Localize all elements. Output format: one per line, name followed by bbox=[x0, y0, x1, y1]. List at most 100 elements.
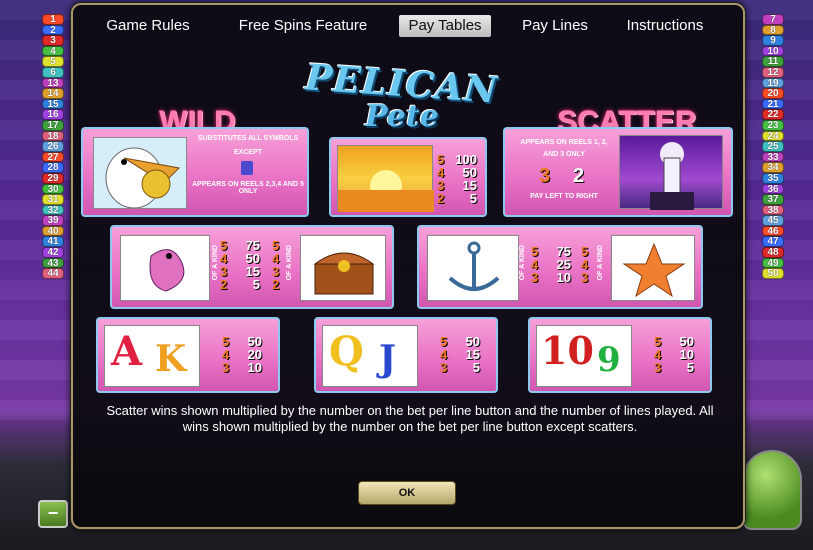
sunset-panel: 5 100 4 50 3 15 25 bbox=[329, 137, 487, 217]
payline-number-18[interactable]: 18 bbox=[42, 130, 64, 142]
payline-number-34[interactable]: 34 bbox=[762, 162, 784, 173]
card-q: Q bbox=[329, 328, 364, 375]
lines-minus-button[interactable]: − bbox=[38, 500, 68, 528]
payline-number-41[interactable]: 41 bbox=[42, 236, 64, 248]
scatter-text-3: PAY LEFT TO RIGHT bbox=[530, 193, 598, 200]
payline-number-13[interactable]: 13 bbox=[42, 77, 64, 89]
kind-label: OF A KIND bbox=[597, 245, 604, 281]
kind-label: OF A KIND bbox=[542, 377, 583, 386]
pelican-pete-logo: PELICAN Pete bbox=[304, 56, 515, 143]
tab-pay-lines[interactable]: Pay Lines bbox=[519, 15, 591, 37]
pay-row: 3 10 bbox=[531, 270, 571, 285]
payline-number-35[interactable]: 35 bbox=[762, 172, 784, 184]
right-payline-numbers: 7 8 9 10 11 12 19 20 21 22 23 24 25 33 34 35 36 37 38 45 46 4… bbox=[762, 14, 784, 279]
payline-number-25[interactable]: 25 bbox=[762, 141, 784, 152]
lighthouse-icon bbox=[619, 135, 723, 210]
fish-chest-panel: 5 75 4 50 3 15 25 OF A KIND 5 4 3 2 OF A KI… bbox=[110, 225, 394, 309]
payline-number-31[interactable]: 31 bbox=[42, 194, 64, 205]
payline-number-3[interactable]: 3 bbox=[42, 35, 64, 46]
qj-pays: 5 50 4 15 35 bbox=[440, 335, 480, 374]
ak-panel: A K OF A KIND 5 50 4 20 3 10 bbox=[96, 317, 280, 393]
pay-row: 25 bbox=[437, 191, 477, 206]
payline-number-2[interactable]: 2 bbox=[42, 24, 64, 36]
payline-number-48[interactable]: 48 bbox=[762, 247, 784, 258]
kind-label: OF A KIND bbox=[519, 245, 526, 281]
payline-number-47[interactable]: 47 bbox=[762, 236, 784, 248]
fish-pays: 5 75 4 50 3 15 25 bbox=[220, 239, 260, 291]
payline-number-30[interactable]: 30 bbox=[42, 183, 64, 195]
wild-text-2: EXCEPT bbox=[233, 149, 262, 156]
payline-number-8[interactable]: 8 bbox=[762, 24, 784, 36]
payline-number-9[interactable]: 9 bbox=[762, 35, 784, 46]
qj-panel: Q J OF A KIND 5 50 4 15 35 bbox=[314, 317, 498, 393]
card-10: 10 bbox=[541, 328, 594, 373]
scatter-text-2: AND 3 ONLY bbox=[543, 151, 585, 158]
payline-number-15[interactable]: 15 bbox=[42, 98, 64, 110]
kind-label: OF A KIND bbox=[286, 245, 293, 281]
sunset-pays: 5 100 4 50 3 15 25 bbox=[437, 153, 477, 205]
payline-number-28[interactable]: 28 bbox=[42, 162, 64, 173]
payline-number-7[interactable]: 7 bbox=[762, 14, 784, 25]
payline-number-6[interactable]: 6 bbox=[42, 66, 64, 78]
ten-nine-pays: 5 50 4 10 35 bbox=[654, 335, 694, 374]
payline-number-27[interactable]: 27 bbox=[42, 151, 64, 163]
spin-knob[interactable] bbox=[742, 450, 802, 530]
pay-row: 35 bbox=[654, 360, 694, 375]
kind-label: OF A KIND bbox=[328, 377, 369, 386]
payline-number-11[interactable]: 11 bbox=[762, 56, 784, 67]
ten-nine-panel: 10 9 OF A KIND 5 50 4 10 35 bbox=[528, 317, 712, 393]
wild-text-3: APPEARS ON REELS 2,3,4 AND 5 ONLY bbox=[192, 181, 304, 195]
payline-number-37[interactable]: 37 bbox=[762, 194, 784, 205]
payline-number-42[interactable]: 42 bbox=[42, 247, 64, 258]
payline-number-40[interactable]: 40 bbox=[42, 225, 64, 237]
payline-number-4[interactable]: 4 bbox=[42, 45, 64, 57]
payline-number-17[interactable]: 17 bbox=[42, 119, 64, 131]
scatter-panel: APPEARS ON REELS 1, 2, AND 3 ONLY 3 2 PA… bbox=[503, 127, 733, 217]
payline-number-33[interactable]: 33 bbox=[762, 151, 784, 163]
tab-free-spins-feature[interactable]: Free Spins Feature bbox=[238, 15, 368, 37]
payline-number-19[interactable]: 19 bbox=[762, 77, 784, 89]
anchor-pays: 5 75 4 25 3 10 bbox=[531, 245, 571, 284]
payline-number-43[interactable]: 43 bbox=[42, 257, 64, 269]
scatter-text-1: APPEARS ON REELS 1, 2, bbox=[520, 139, 608, 146]
tab-pay-tables[interactable]: Pay Tables bbox=[399, 15, 491, 37]
kind-label: OF A KIND bbox=[212, 245, 219, 281]
payline-number-50[interactable]: 50 bbox=[762, 268, 784, 279]
payline-number-49[interactable]: 49 bbox=[762, 257, 784, 269]
payline-number-46[interactable]: 46 bbox=[762, 225, 784, 237]
payline-number-1[interactable]: 1 bbox=[42, 14, 64, 25]
fish-icon bbox=[120, 235, 210, 301]
payline-number-12[interactable]: 12 bbox=[762, 66, 784, 78]
payline-number-38[interactable]: 38 bbox=[762, 204, 784, 216]
payline-number-14[interactable]: 14 bbox=[42, 88, 64, 99]
ak-pays: 5 50 4 20 3 10 bbox=[222, 335, 262, 374]
tab-game-rules[interactable]: Game Rules bbox=[103, 15, 193, 37]
pay-row: 3 10 bbox=[222, 360, 262, 375]
tab-instructions[interactable]: Instructions bbox=[621, 15, 709, 37]
payline-number-20[interactable]: 20 bbox=[762, 88, 784, 99]
payline-number-21[interactable]: 21 bbox=[762, 98, 784, 110]
left-payline-numbers: 1 2 3 4 5 6 13 14 15 16 17 18 26 27 28 29 30 31 32 39 40 41 42… bbox=[42, 14, 64, 279]
payline-number-29[interactable]: 29 bbox=[42, 172, 64, 184]
payline-number-44[interactable]: 44 bbox=[42, 268, 64, 279]
card-k: K bbox=[155, 338, 187, 380]
payline-number-23[interactable]: 23 bbox=[762, 119, 784, 131]
payline-number-32[interactable]: 32 bbox=[42, 204, 64, 216]
pelican-icon bbox=[93, 137, 187, 209]
payline-number-36[interactable]: 36 bbox=[762, 183, 784, 195]
chest-pays: 5 4 3 2 bbox=[272, 238, 280, 292]
wild-text-1: SUBSTITUTES ALL SYMBOLS bbox=[197, 135, 299, 142]
lighthouse-mini-icon bbox=[241, 161, 253, 175]
payline-number-24[interactable]: 24 bbox=[762, 130, 784, 142]
payline-number-22[interactable]: 22 bbox=[762, 109, 784, 120]
payline-number-10[interactable]: 10 bbox=[762, 45, 784, 57]
starfish-icon bbox=[611, 235, 695, 301]
payline-number-16[interactable]: 16 bbox=[42, 109, 64, 120]
payline-number-26[interactable]: 26 bbox=[42, 141, 64, 152]
tab-bar: Game Rules Free Spins Feature Pay Tables… bbox=[73, 13, 743, 39]
paytable-dialog: Game Rules Free Spins Feature Pay Tables… bbox=[71, 3, 745, 529]
payline-number-39[interactable]: 39 bbox=[42, 215, 64, 226]
ok-button[interactable]: OK bbox=[358, 481, 456, 505]
payline-number-5[interactable]: 5 bbox=[42, 56, 64, 67]
payline-number-45[interactable]: 45 bbox=[762, 215, 784, 226]
